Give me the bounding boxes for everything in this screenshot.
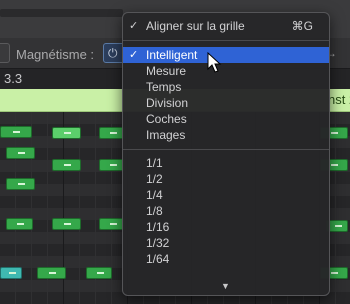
- menu-item-shortcut: ⌘G: [291, 19, 313, 33]
- menu-item-label: Intelligent: [146, 48, 198, 62]
- menu-item-1-64[interactable]: 1/64: [123, 251, 329, 267]
- midi-note[interactable]: [6, 178, 35, 190]
- midi-note[interactable]: [86, 267, 112, 279]
- menu-item-aligner-sur-la-grille[interactable]: ✓ Aligner sur la grille ⌘G: [123, 18, 329, 34]
- mouse-cursor-icon: [207, 52, 222, 73]
- menu-item-label: 1/4: [146, 188, 163, 202]
- top-bar: [0, 9, 123, 17]
- menu-item-label: Coches: [146, 112, 187, 126]
- menu-item-coches[interactable]: Coches: [123, 111, 329, 127]
- midi-note[interactable]: [52, 159, 81, 171]
- menu-item-label: 1/16: [146, 220, 170, 234]
- midi-note[interactable]: [0, 267, 22, 279]
- menu-item-label: 1/64: [146, 252, 170, 266]
- menu-item-division[interactable]: Division: [123, 95, 329, 111]
- menu-item-1-32[interactable]: 1/32: [123, 235, 329, 251]
- check-icon: ✓: [129, 49, 139, 61]
- ruler-position: 3.3: [4, 71, 23, 86]
- menu-item-label: Aligner sur la grille: [146, 19, 245, 33]
- menu-item-label: Images: [146, 128, 186, 142]
- menu-item-label: 1/32: [146, 236, 170, 250]
- menu-item-1-4[interactable]: 1/4: [123, 187, 329, 203]
- midi-note[interactable]: [37, 267, 66, 279]
- menu-item-label: 1/1: [146, 156, 163, 170]
- power-icon: ⏻: [108, 46, 118, 60]
- midi-note[interactable]: [6, 147, 35, 159]
- menu-separator: [123, 40, 329, 41]
- menu-item-label: Temps: [146, 80, 182, 94]
- menu-item-intelligent[interactable]: ✓ Intelligent: [123, 47, 329, 63]
- menu-item-label: 1/8: [146, 204, 163, 218]
- midi-note[interactable]: [52, 127, 81, 139]
- menu-item-label: Division: [146, 96, 189, 110]
- midi-note[interactable]: [6, 218, 33, 230]
- check-icon: ✓: [129, 20, 139, 32]
- menu-item-images[interactable]: Images: [123, 127, 329, 143]
- menu-item-1-2[interactable]: 1/2: [123, 171, 329, 187]
- menu-item-label: 1/2: [146, 172, 163, 186]
- toolbar-left-control[interactable]: [0, 43, 10, 63]
- midi-note[interactable]: [52, 218, 81, 230]
- menu-item-1-16[interactable]: 1/16: [123, 219, 329, 235]
- snap-label: Magnétisme :: [16, 47, 95, 62]
- menu-item-1-8[interactable]: 1/8: [123, 203, 329, 219]
- menu-item-1-1[interactable]: 1/1: [123, 155, 329, 171]
- menu-separator: [123, 149, 329, 150]
- snap-menu: ✓ Aligner sur la grille ⌘G ✓ Intelligent…: [122, 12, 330, 296]
- menu-item-mesure[interactable]: Mesure: [123, 63, 329, 79]
- midi-note[interactable]: [0, 126, 32, 138]
- menu-item-temps[interactable]: Temps: [123, 79, 329, 95]
- scroll-down-arrow-icon[interactable]: ▼: [221, 281, 230, 291]
- region-name: nst 2: [328, 92, 350, 107]
- menu-item-label: Mesure: [146, 64, 187, 78]
